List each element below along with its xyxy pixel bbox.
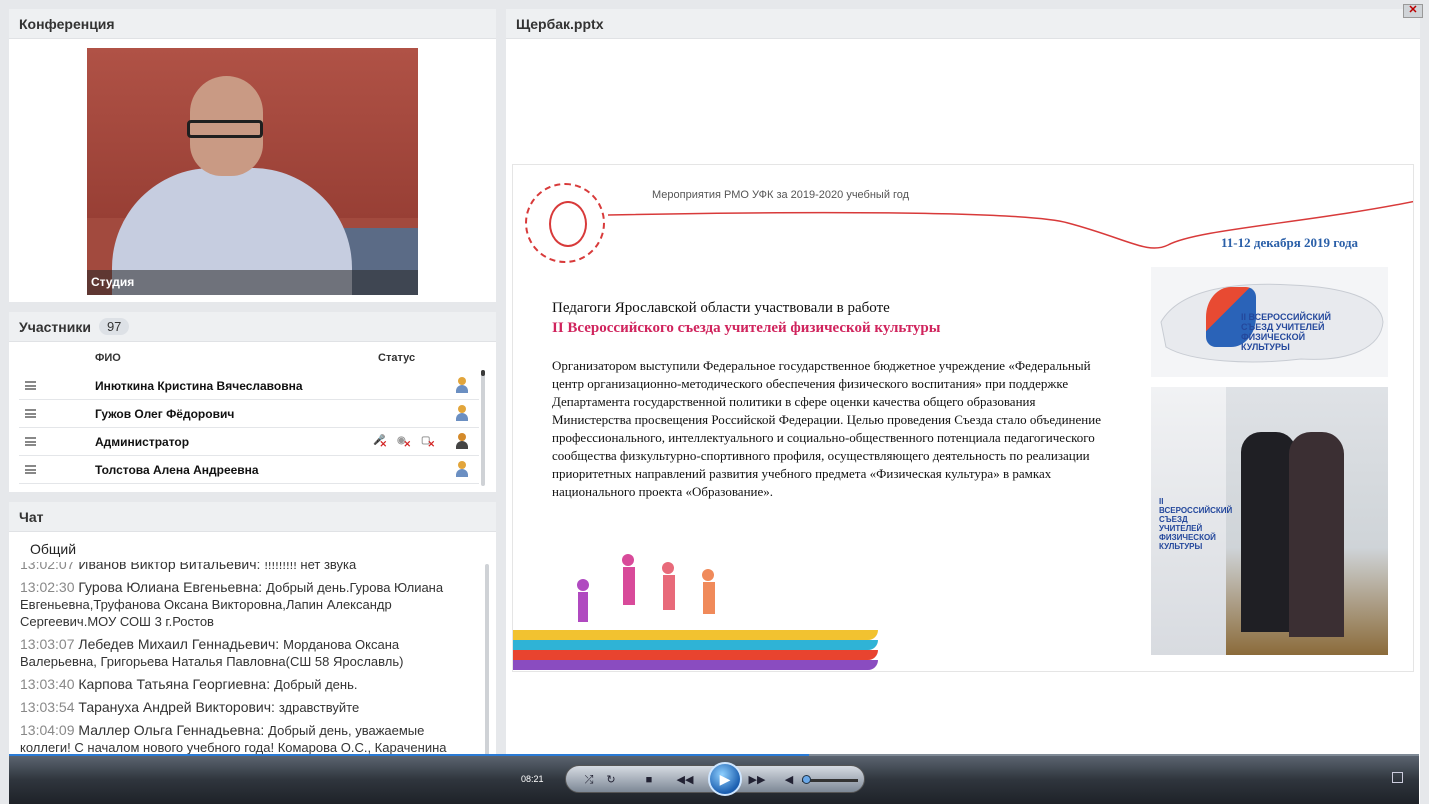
slide-body-text: Организатором выступили Федеральное госу… [552, 358, 1101, 499]
drag-menu-icon[interactable] [25, 437, 36, 446]
message-author: Карпова Татьяна Георгиевна: [78, 676, 271, 692]
stripe-blue [513, 640, 878, 650]
message-time: 13:03:54 [20, 699, 75, 715]
event-photo: II ВСЕРОССИЙСКИЙ СЪЕЗД УЧИТЕЛЕЙ ФИЗИЧЕСК… [1151, 387, 1388, 655]
message-text: !!!!!!!!! нет звука [264, 562, 357, 572]
message-time: 13:03:07 [20, 636, 75, 652]
message-time: 13:04:09 [20, 722, 75, 738]
participant-name: Инюткина Кристина Вячеславовна [95, 379, 303, 393]
message-text: здравствуйте [278, 700, 360, 715]
photo-person-man [1241, 432, 1296, 632]
video-label: Студия [87, 270, 418, 295]
presentation-panel: Щербак.pptx Мероприятия РМО УФК за 2019-… [506, 9, 1420, 804]
chat-message: 13:02:07 Иванов Виктор Витальевич: !!!!!… [9, 562, 485, 579]
participants-title: Участники [19, 318, 91, 335]
fast-forward-button[interactable]: ▶▶ [748, 771, 766, 789]
runners-silhouette-icon [577, 554, 715, 622]
slide: Мероприятия РМО УФК за 2019-2020 учебный… [512, 164, 1414, 672]
message-author: Гурова Юлиана Евгеньевна: [78, 579, 263, 595]
microphone-off-icon[interactable]: 🎤 ✕ [373, 435, 387, 449]
chat-message: 13:03:07 Лебедев Михаил Геннадьевич: Мор… [9, 636, 485, 676]
participants-table-header: ФИО Статус [9, 348, 479, 370]
slide-heading: Педагоги Ярославской области участвовали… [552, 300, 890, 316]
participants-panel: Участники 97 ФИО Статус Инюткина Кристин… [9, 312, 496, 492]
player-controls: ⤮ ↻ ■ ◀◀ ▶ ▶▶ ◀ [565, 762, 865, 796]
slide-subheading: II Всероссийского съезда учителей физиче… [552, 320, 941, 336]
stop-button[interactable]: ■ [640, 771, 658, 789]
participants-header: Участники 97 [9, 312, 496, 342]
photo-banner-text: II ВСЕРОССИЙСКИЙ СЪЕЗД УЧИТЕЛЕЙ ФИЗИЧЕСК… [1159, 497, 1233, 551]
message-author: Тарануха Андрей Викторович: [78, 699, 275, 715]
participant-row[interactable]: Администратор 🎤 ✕ ◉ ✕ ▢ ✕ [19, 428, 479, 456]
message-text: Добрый день. [274, 677, 358, 692]
participant-name: Гужов Олег Фёдорович [95, 407, 235, 421]
participants-scroll-thumb[interactable] [481, 370, 485, 376]
conference-panel: Конференция Студия [9, 9, 496, 302]
user-icon [455, 377, 469, 393]
chat-message: 13:02:30 Гурова Юлиана Евгеньевна: Добры… [9, 579, 485, 636]
user-icon [455, 405, 469, 421]
chat-message: 13:03:54 Тарануха Андрей Викторович: здр… [9, 699, 485, 722]
photo-person-woman [1289, 432, 1344, 637]
user-icon [455, 461, 469, 477]
presenter-glasses [187, 120, 263, 138]
admin-user-icon [455, 433, 469, 449]
message-time: 13:02:07 [20, 562, 75, 572]
message-author: Лебедев Михаил Геннадьевич: [78, 636, 280, 652]
photo-banner: II ВСЕРОССИЙСКИЙ СЪЕЗД УЧИТЕЛЕЙ ФИЗИЧЕСК… [1151, 387, 1233, 655]
shuffle-icon[interactable]: ⤮ [580, 771, 598, 789]
message-author: Иванов Виктор Витальевич: [78, 562, 261, 572]
message-time: 13:03:40 [20, 676, 75, 692]
participants-scrollbar[interactable] [481, 370, 485, 486]
repeat-icon[interactable]: ↻ [602, 771, 620, 789]
column-header-name: ФИО [95, 352, 121, 364]
volume-icon[interactable]: ◀ [780, 771, 798, 789]
congress-logo-text: II ВСЕРОССИЙСКИЙ СЪЕЗД УЧИТЕЛЕЙ ФИЗИЧЕСК… [1241, 312, 1331, 352]
message-time: 13:02:30 [20, 579, 75, 595]
participant-row[interactable]: Толстова Алена Андреевна [19, 456, 479, 484]
chat-tab-general[interactable]: Общий [20, 534, 106, 562]
drag-menu-icon[interactable] [25, 381, 36, 390]
participant-name: Администратор [95, 435, 190, 449]
playback-time: 08:21 [521, 774, 544, 784]
conference-title: Конференция [9, 9, 496, 39]
chat-title: Чат [9, 502, 496, 532]
stripe-purple [513, 660, 878, 670]
screen-off-icon[interactable]: ▢ ✕ [421, 435, 435, 449]
column-header-status: Статус [378, 352, 416, 364]
media-player-bar: 08:21 ⤮ ↻ ■ ◀◀ ▶ ▶▶ ◀ [9, 754, 1419, 804]
participants-count-badge: 97 [98, 318, 130, 335]
fullscreen-button[interactable] [1392, 772, 1403, 783]
presentation-title: Щербак.pptx [506, 9, 1420, 39]
chat-message: 13:03:40 Карпова Татьяна Георгиевна: Доб… [9, 676, 485, 699]
participant-row[interactable]: Инюткина Кристина Вячеславовна [19, 372, 479, 400]
participant-name: Толстова Алена Андреевна [95, 463, 259, 477]
video-feed[interactable]: Студия [87, 48, 418, 295]
rmo-logo-icon [525, 183, 605, 263]
close-presentation-button[interactable]: ✕ [1403, 4, 1423, 18]
rewind-button[interactable]: ◀◀ [676, 771, 694, 789]
runners-decoration [513, 550, 878, 671]
drag-menu-icon[interactable] [25, 409, 36, 418]
congress-logo: II ВСЕРОССИЙСКИЙ СЪЕЗД УЧИТЕЛЕЙ ФИЗИЧЕСК… [1151, 267, 1388, 377]
camera-off-icon[interactable]: ◉ ✕ [397, 435, 411, 449]
stripe-red [513, 650, 878, 660]
message-author: Маллер Ольга Геннадьевна: [78, 722, 265, 738]
participant-row[interactable]: Гужов Олег Фёдорович [19, 400, 479, 428]
playback-progress[interactable] [9, 754, 809, 756]
slide-date: 11-12 декабря 2019 года [1221, 235, 1359, 250]
play-button[interactable]: ▶ [708, 762, 742, 796]
drag-menu-icon[interactable] [25, 465, 36, 474]
volume-slider-knob[interactable] [802, 775, 811, 784]
